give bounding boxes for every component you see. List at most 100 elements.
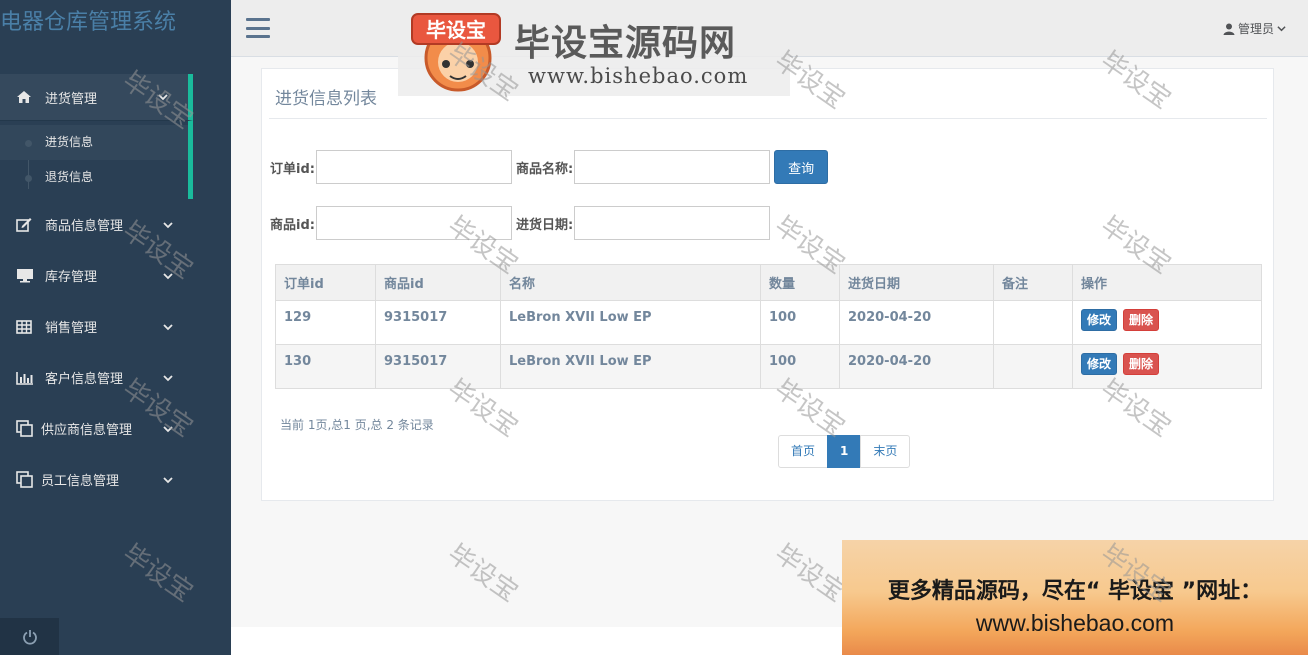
product-name-input[interactable]	[574, 150, 771, 184]
mascot-logo-icon: 毕设宝	[411, 13, 501, 92]
edit-button[interactable]: 修改	[1081, 309, 1118, 331]
pagination-info: 当前 1页,总1 页,总 2 条记录	[280, 418, 434, 432]
sidebar-item-sales[interactable]: 销售管理	[0, 301, 231, 352]
chevron-down-icon	[163, 476, 173, 483]
product-id-input[interactable]	[315, 206, 512, 240]
cell-name: LeBron XVII Low EP	[500, 344, 761, 389]
cell-order-id: 130	[275, 344, 376, 389]
bullet-icon	[25, 140, 32, 147]
chevron-down-icon	[163, 374, 173, 381]
sidebar-item-product[interactable]: 商品信息管理	[0, 199, 231, 250]
cell-product-id: 9315017	[375, 300, 501, 345]
sidebar-subitem-purchase-info[interactable]: 进货信息	[0, 125, 188, 160]
cell-date: 2020-04-20	[839, 344, 994, 389]
sidebar-item-employee[interactable]: 员工信息管理	[0, 454, 231, 505]
order-id-input[interactable]	[315, 150, 512, 184]
chevron-down-icon	[158, 94, 168, 101]
sidebar-item-label: 库存管理	[45, 270, 98, 285]
ad-text: 更多精品源码，尽在“ 毕设宝 ”网址：	[887, 579, 1263, 604]
sidebar-item-label: 销售管理	[45, 321, 98, 336]
cell-actions: 修改 删除	[1072, 300, 1262, 345]
bar-chart-icon	[16, 371, 36, 385]
sidebar: 电器仓库管理系统 进货管理 进货信息 退货信息 商品信息管理 库存管理 销售管理…	[0, 0, 231, 655]
divider	[269, 118, 1267, 119]
cell-order-id: 129	[275, 300, 376, 345]
chevron-down-icon	[163, 221, 173, 228]
chevron-down-icon	[163, 323, 173, 330]
badge-text: 毕设宝	[426, 18, 486, 42]
sidebar-item-stock[interactable]: 库存管理	[0, 250, 231, 301]
watermark-url: www.bishebao.com	[528, 64, 749, 88]
sidebar-item-label: 员工信息管理	[41, 474, 120, 489]
order-id-label: 订单id:	[270, 161, 315, 177]
table-row: 129 9315017 LeBron XVII Low EP 100 2020-…	[275, 300, 1262, 345]
column-header-qty[interactable]: 数量	[760, 264, 840, 301]
sidebar-subitem-label: 退货信息	[45, 170, 94, 184]
page-link-current[interactable]: 1	[827, 435, 862, 468]
cell-qty: 100	[760, 300, 840, 345]
last-page-link[interactable]: 末页	[860, 435, 911, 468]
sidebar-subitem-label: 进货信息	[45, 135, 94, 149]
query-button[interactable]: 查询	[774, 150, 829, 184]
ad-banner[interactable]: 更多精品源码，尽在“ 毕设宝 ”网址： www.bishebao.com	[842, 540, 1308, 655]
user-name: 管理员	[1237, 22, 1274, 36]
watermark-brand: 毕设宝源码网	[514, 23, 737, 64]
table-header-row: 订单id 商品id 名称 数量 进货日期 备注 操作	[275, 264, 1262, 301]
app-title[interactable]: 电器仓库管理系统	[0, 0, 231, 46]
purchase-date-label: 进货日期:	[515, 217, 574, 233]
product-name-label: 商品名称:	[515, 161, 574, 177]
chevron-down-icon	[163, 425, 173, 432]
desktop-icon	[16, 268, 36, 283]
sidebar-item-label: 客户信息管理	[45, 372, 124, 387]
power-icon	[22, 629, 37, 645]
search-row-1: 订单id: 商品名称: 查询	[270, 150, 829, 184]
sidebar-item-customer[interactable]: 客户信息管理	[0, 352, 231, 403]
sidebar-item-label: 供应商信息管理	[41, 423, 133, 438]
edit-icon	[16, 217, 36, 232]
sidebar-item-supplier[interactable]: 供应商信息管理	[0, 403, 231, 454]
table-row: 130 9315017 LeBron XVII Low EP 100 2020-…	[275, 344, 1262, 389]
bullet-icon	[25, 175, 32, 182]
cell-qty: 100	[760, 344, 840, 389]
cell-product-id: 9315017	[375, 344, 501, 389]
search-row-2: 商品id: 进货日期:	[270, 206, 771, 240]
cell-date: 2020-04-20	[839, 300, 994, 345]
column-header-note[interactable]: 备注	[993, 264, 1073, 301]
menu-toggle-icon[interactable]	[246, 18, 270, 38]
column-header-date[interactable]: 进货日期	[839, 264, 994, 301]
first-page-link[interactable]: 首页	[778, 435, 829, 468]
sidebar-subitem-return-info[interactable]: 退货信息	[0, 160, 188, 195]
column-header-product-id[interactable]: 商品id	[375, 264, 501, 301]
cell-name: LeBron XVII Low EP	[500, 300, 761, 345]
table-icon	[16, 319, 36, 334]
copy-icon	[16, 419, 36, 438]
sidebar-item-purchase[interactable]: 进货管理	[0, 74, 193, 121]
home-icon	[16, 90, 36, 104]
column-header-name[interactable]: 名称	[500, 264, 761, 301]
cell-actions: 修改 删除	[1072, 344, 1262, 389]
delete-button[interactable]: 删除	[1123, 353, 1160, 375]
sidebar-item-label: 商品信息管理	[45, 219, 124, 234]
logout-button[interactable]	[0, 618, 59, 655]
watermark-logo: 毕设宝 毕设宝源码网 www.bishebao.com	[398, 0, 790, 96]
user-icon	[1223, 23, 1235, 35]
chevron-down-icon	[163, 272, 173, 279]
chevron-down-icon	[1277, 26, 1286, 32]
sidebar-menu: 进货管理 进货信息 退货信息 商品信息管理 库存管理 销售管理 客户信息管理 供…	[0, 74, 231, 505]
product-id-label: 商品id:	[270, 217, 315, 233]
purchase-table: 订单id 商品id 名称 数量 进货日期 备注 操作 129 9315017 L…	[275, 264, 1262, 389]
column-header-actions: 操作	[1072, 264, 1262, 301]
cell-note	[993, 300, 1073, 345]
pagination: 首页 1 末页	[778, 435, 911, 468]
page-title: 进货信息列表	[275, 89, 377, 109]
column-header-order-id[interactable]: 订单id	[275, 264, 376, 301]
purchase-date-input[interactable]	[574, 206, 771, 240]
ad-url: www.bishebao.com	[975, 610, 1175, 636]
purchase-list-panel: 进货信息列表 订单id: 商品名称: 查询 商品id: 进货日期: 订单id 商…	[261, 68, 1274, 501]
submenu-purchase: 进货信息 退货信息	[0, 121, 193, 199]
user-menu[interactable]: 管理员	[1223, 20, 1286, 37]
copy-icon	[16, 470, 36, 489]
edit-button[interactable]: 修改	[1081, 353, 1118, 375]
delete-button[interactable]: 删除	[1123, 309, 1160, 331]
cell-note	[993, 344, 1073, 389]
